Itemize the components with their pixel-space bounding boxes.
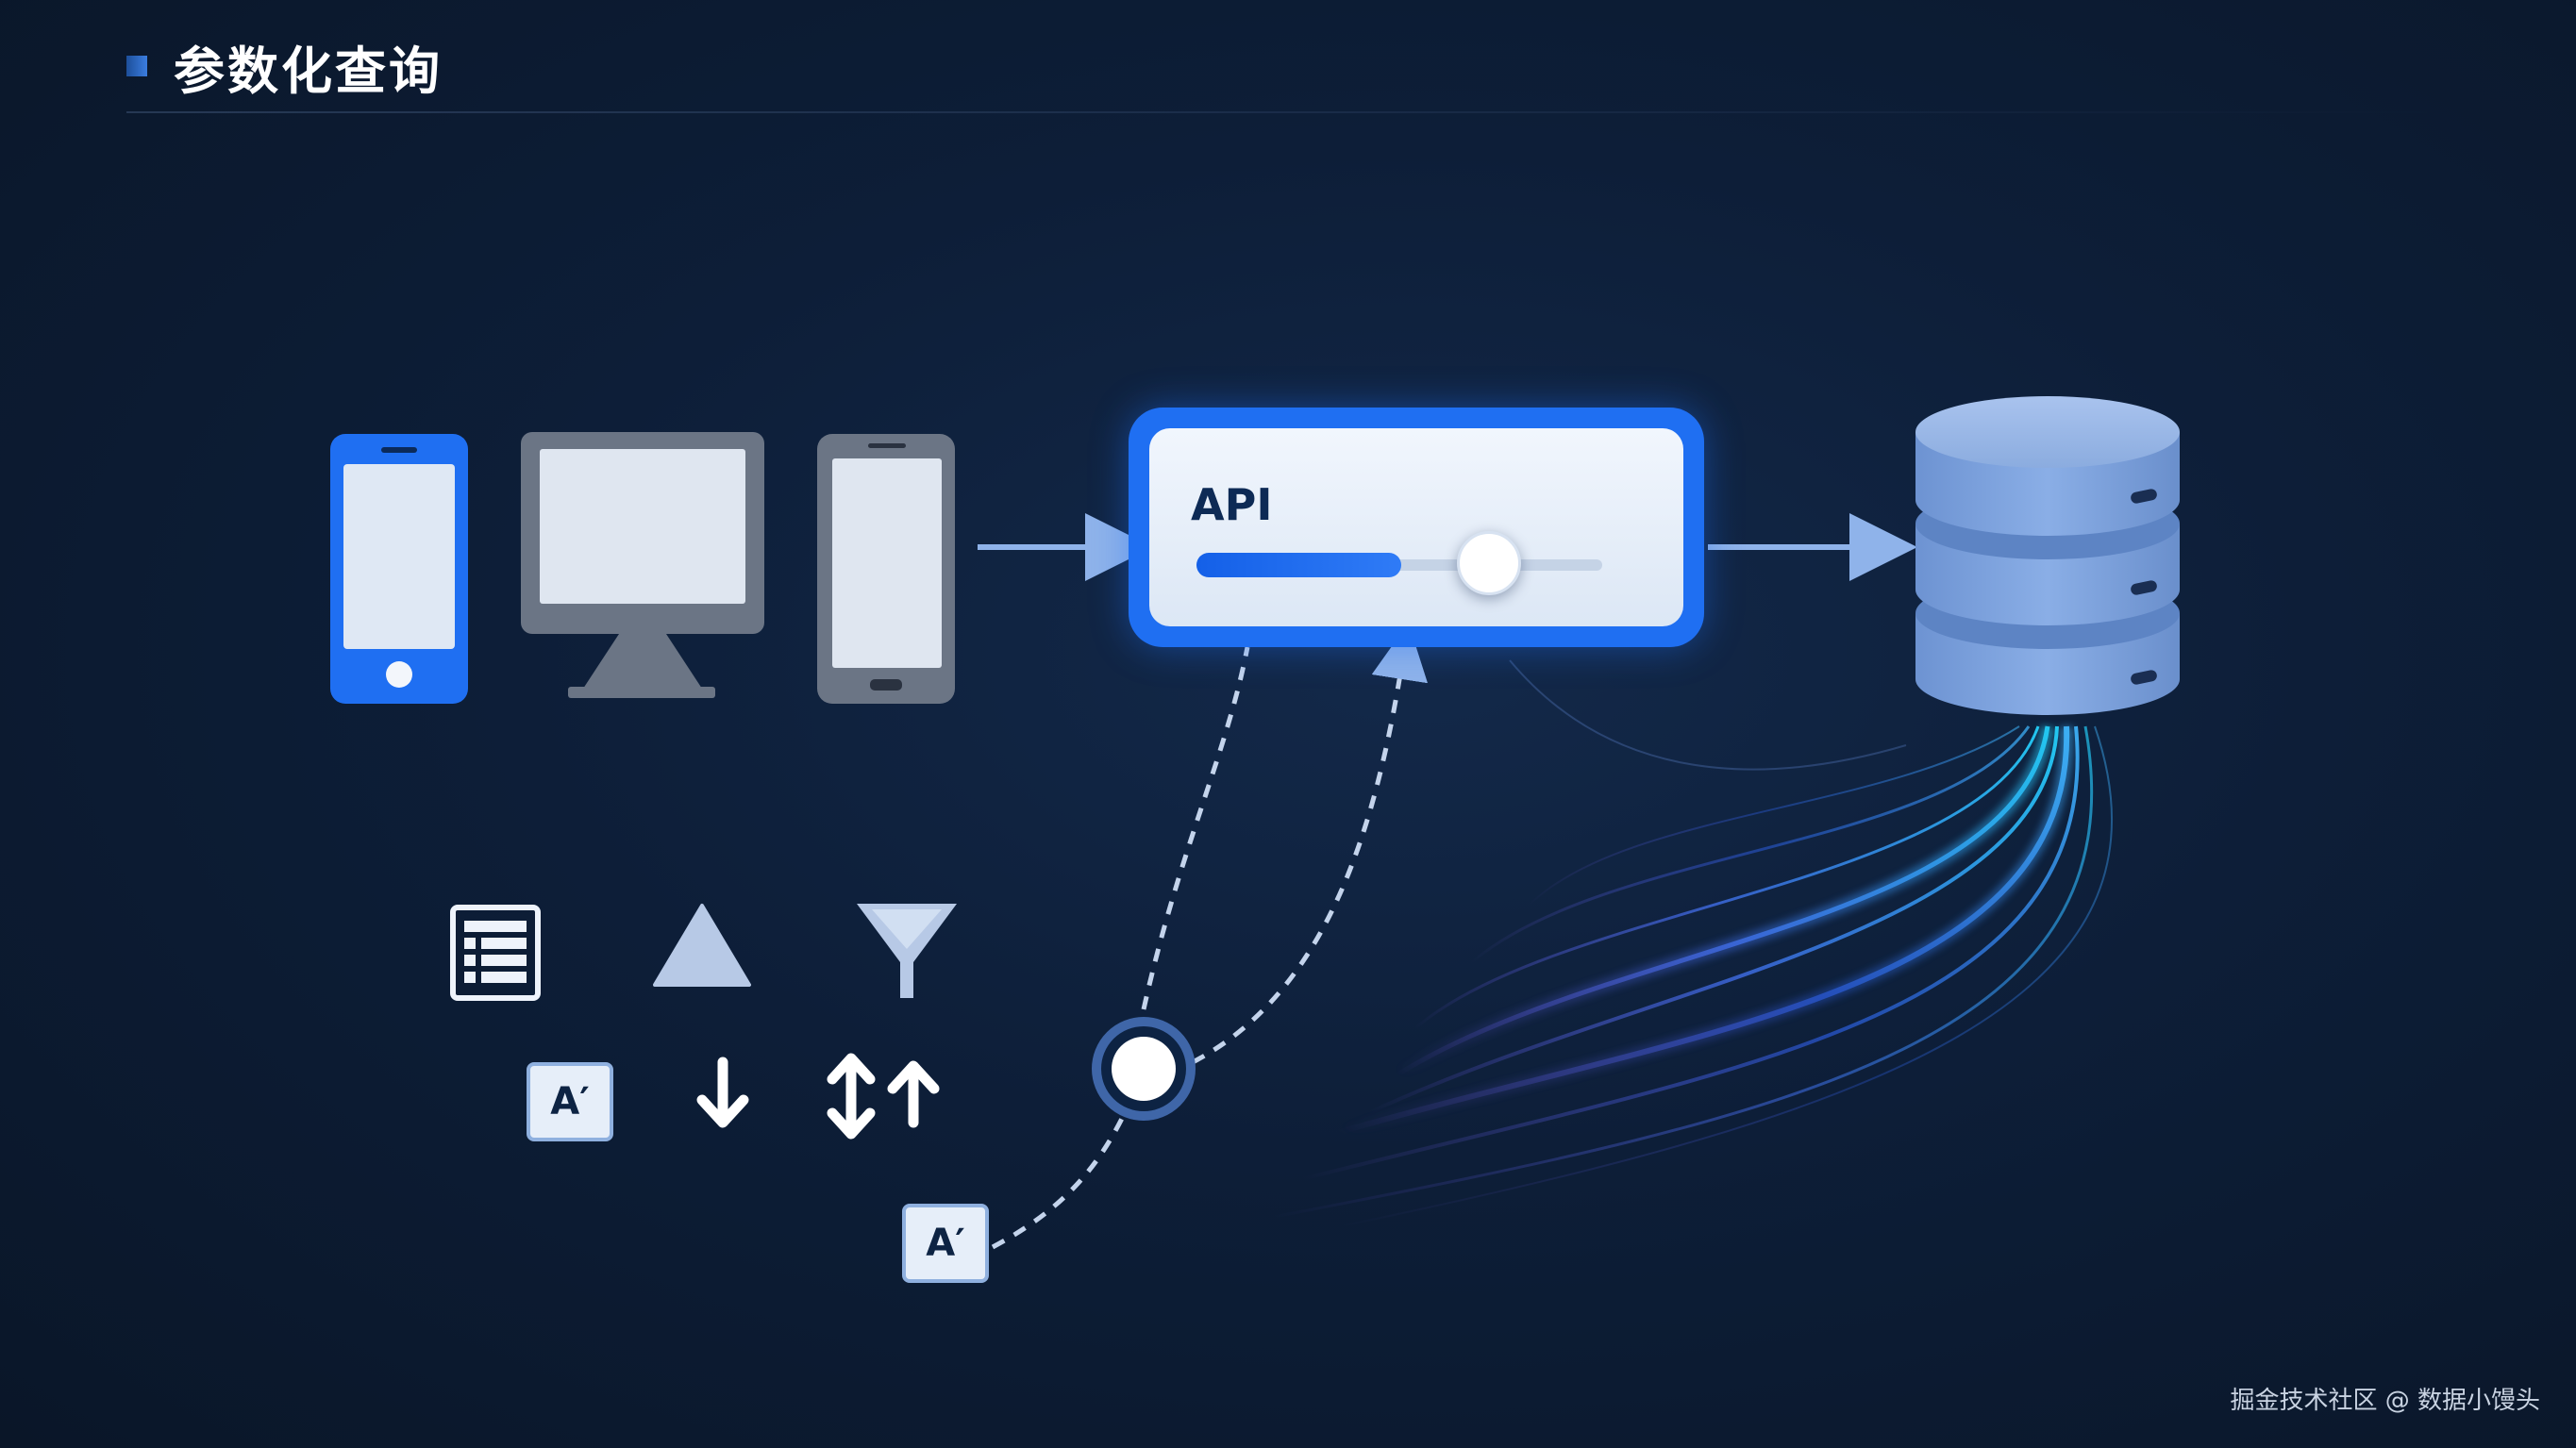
table-icon	[450, 905, 541, 1001]
funnel-filter-icon	[857, 904, 957, 998]
data-stream-lines	[1273, 659, 2113, 1227]
slider-fill	[1196, 553, 1401, 577]
api-label: API	[1191, 479, 1273, 530]
sort-toggle-icon	[827, 1053, 940, 1140]
slider-knob[interactable]	[1456, 531, 1521, 595]
tablet-icon	[817, 434, 955, 704]
database-stack-icon	[1915, 396, 2180, 715]
triangle-icon	[653, 904, 751, 987]
watermark: 掘金技术社区 @ 数据小馒头	[2230, 1387, 2540, 1415]
parameter-input-chip: A′	[902, 1204, 989, 1283]
parameter-slider[interactable]	[1196, 531, 1602, 595]
sort-descending-icon	[696, 1057, 749, 1128]
parameter-chip-icon: A′	[527, 1062, 613, 1141]
smartphone-icon	[330, 434, 468, 704]
api-box-panel: API	[1149, 428, 1683, 626]
parameter-node	[1092, 1017, 1196, 1121]
api-box: API	[1129, 408, 1704, 647]
flow-diagram	[330, 396, 2180, 1250]
parameter-path	[991, 623, 1429, 1250]
desktop-monitor-icon	[521, 432, 764, 698]
